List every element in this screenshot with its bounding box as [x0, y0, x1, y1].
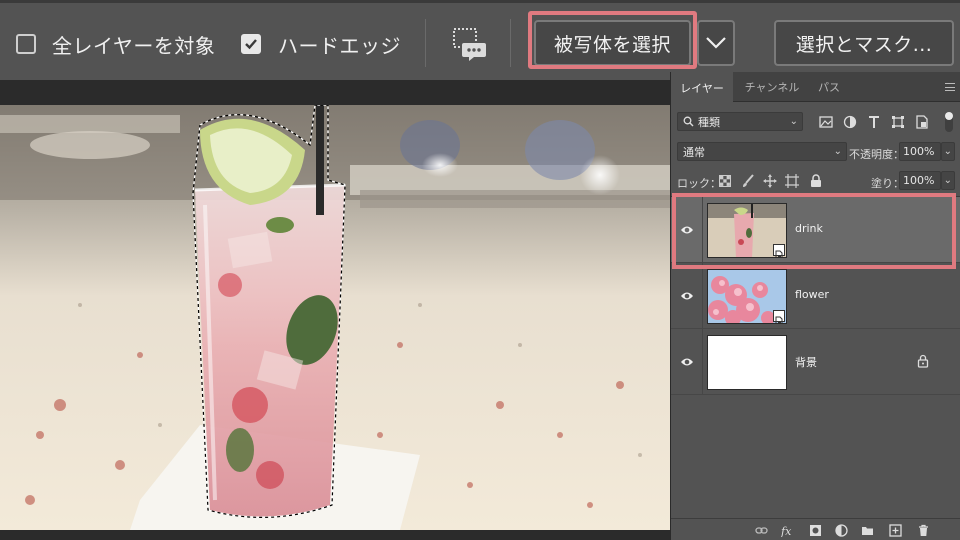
- select-subject-highlight: [528, 11, 697, 69]
- chevron-down-icon: [706, 37, 726, 49]
- lock-label: ロック：: [677, 177, 721, 190]
- options-divider: [425, 19, 426, 67]
- eye-icon[interactable]: [680, 355, 694, 369]
- link-layers-icon[interactable]: [755, 524, 768, 537]
- fx-icon[interactable]: fx: [781, 524, 794, 537]
- opacity-label: 不透明度：: [849, 148, 904, 161]
- chevron-down-icon: ⌄: [833, 146, 842, 157]
- hard-edge-label: ハードエッジ: [278, 34, 401, 58]
- adjustment-layer-filter-icon[interactable]: [843, 115, 857, 129]
- canvas-pasteboard: [0, 80, 670, 105]
- opacity-input[interactable]: 100%: [899, 142, 941, 161]
- drink-photo: [0, 105, 670, 530]
- drink-layer-highlight: [672, 193, 956, 269]
- lock-icon[interactable]: [917, 354, 929, 368]
- select-subject-dropdown-button[interactable]: [697, 20, 735, 66]
- hard-edge-checkbox[interactable]: [241, 34, 261, 54]
- layers-panel-footer: fx: [671, 518, 960, 540]
- trash-icon[interactable]: [917, 524, 930, 537]
- eye-icon[interactable]: [680, 289, 694, 303]
- new-adjustment-layer-icon[interactable]: [835, 524, 848, 537]
- document-canvas[interactable]: [0, 105, 670, 530]
- canvas-pasteboard: [0, 530, 670, 540]
- layer-row-flower[interactable]: flower: [671, 263, 960, 329]
- chevron-down-icon: ⌄: [943, 146, 952, 157]
- filter-toggle-switch[interactable]: [945, 112, 953, 132]
- type-layer-filter-icon[interactable]: [867, 115, 881, 129]
- add-mask-icon[interactable]: [809, 524, 822, 537]
- checkmark-icon: [245, 39, 257, 50]
- layer-name: flower: [795, 288, 829, 301]
- all-layers-label: 全レイヤーを対象: [52, 34, 216, 58]
- all-layers-checkbox[interactable]: [16, 34, 36, 54]
- lock-artboard-icon[interactable]: [785, 174, 799, 188]
- sample-all-layers-icon[interactable]: [450, 25, 488, 63]
- layer-filter-row: 種類 ⌄: [671, 110, 960, 134]
- panel-tabs: レイヤー チャンネル パス: [671, 72, 960, 103]
- layer-kind-filter[interactable]: 種類 ⌄: [677, 112, 803, 131]
- lock-image-pixels-icon[interactable]: [741, 174, 755, 188]
- lock-transparent-pixels-icon[interactable]: [719, 175, 731, 187]
- tab-channels[interactable]: チャンネル: [735, 72, 809, 102]
- layer-name: 背景: [795, 356, 817, 369]
- new-layer-icon[interactable]: [889, 524, 902, 537]
- search-icon: [683, 116, 694, 127]
- options-bar: 全レイヤーを対象 ハードエッジ 被写体を選択 選択とマスク...: [0, 0, 960, 80]
- chevron-down-icon: ⌄: [943, 175, 952, 186]
- blend-mode-select[interactable]: 通常 ⌄: [677, 142, 847, 161]
- tab-paths[interactable]: パス: [811, 72, 847, 102]
- fill-dropdown[interactable]: ⌄: [941, 171, 955, 190]
- svg-text:fx: fx: [781, 525, 792, 537]
- blend-opacity-row: 通常 ⌄ 不透明度： 100% ⌄: [671, 140, 960, 164]
- blend-mode-value: 通常: [683, 145, 705, 159]
- new-group-folder-icon[interactable]: [861, 524, 874, 537]
- pixel-layer-filter-icon[interactable]: [819, 115, 833, 129]
- opacity-value: 100%: [903, 145, 935, 158]
- chevron-down-icon: ⌄: [789, 116, 798, 127]
- lock-position-icon[interactable]: [763, 174, 777, 188]
- opacity-dropdown[interactable]: ⌄: [941, 142, 955, 161]
- options-divider: [510, 19, 511, 67]
- smart-object-filter-icon[interactable]: [915, 115, 929, 129]
- tab-layers[interactable]: レイヤー: [671, 72, 733, 103]
- select-and-mask-button[interactable]: 選択とマスク...: [774, 20, 954, 66]
- fill-input[interactable]: 100%: [899, 171, 941, 190]
- layer-thumbnail: [707, 335, 787, 390]
- fill-value: 100%: [903, 174, 935, 187]
- shape-layer-filter-icon[interactable]: [891, 115, 905, 129]
- layers-panel: レイヤー チャンネル パス 種類 ⌄ 通常 ⌄ 不透明度： 100% ⌄ ロック…: [670, 72, 960, 540]
- smart-object-badge-icon: [773, 310, 785, 323]
- layer-row-background[interactable]: 背景: [671, 329, 960, 395]
- layer-kind-filter-label: 種類: [698, 115, 720, 129]
- panel-menu-icon[interactable]: [945, 83, 955, 91]
- layer-thumbnail: [707, 269, 787, 324]
- lock-all-icon[interactable]: [809, 174, 823, 188]
- lock-fill-row: ロック： 塗り： 100% ⌄: [671, 169, 960, 193]
